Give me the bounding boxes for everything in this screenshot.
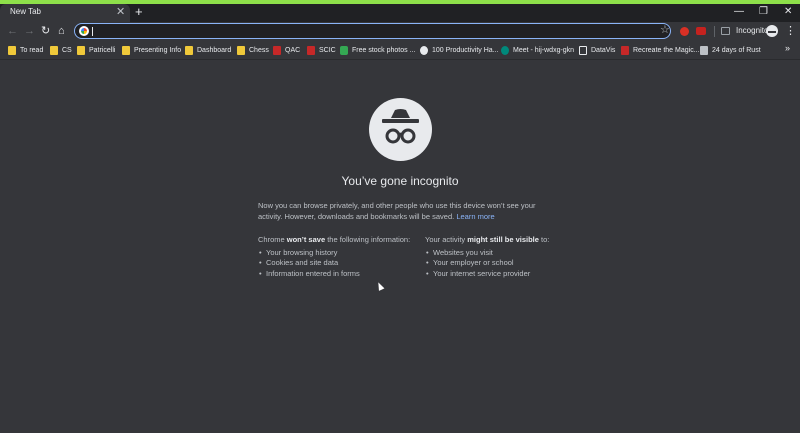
- bookmark-star-icon[interactable]: ☆: [660, 23, 670, 36]
- close-tab-icon[interactable]: ✕: [116, 5, 125, 19]
- bookmarks-bar: To read CS Patricelli Presenting Info Da…: [0, 41, 800, 60]
- tab-strip: New Tab ✕ + — ❐ ✕: [0, 4, 800, 22]
- google-icon: [79, 26, 89, 36]
- bookmark-label: To read: [20, 46, 44, 54]
- incognito-spy-icon: [369, 98, 432, 161]
- heading-prefix: Your activity: [425, 235, 468, 244]
- wesleyan-icon: [273, 45, 281, 55]
- bookmark-free-stock-photos[interactable]: Free stock photos ...: [340, 44, 415, 56]
- bookmark-label: Patricelli: [89, 46, 116, 54]
- still-visible-list: Websites you visit Your employer or scho…: [425, 248, 585, 280]
- incognito-page: You’ve gone incognito Now you can browse…: [0, 60, 800, 433]
- extension-badge-icon[interactable]: [696, 27, 706, 35]
- forward-button[interactable]: →: [24, 24, 35, 38]
- page-title: You’ve gone incognito: [341, 174, 459, 188]
- bookmark-dashboard[interactable]: Dashboard: [185, 44, 231, 56]
- list-item: Your internet service provider: [425, 269, 585, 280]
- heading-suffix: to:: [538, 235, 550, 244]
- bookmark-label: Recreate the Magic...: [633, 46, 700, 54]
- folder-icon: [8, 45, 16, 55]
- wont-save-heading: Chrome won’t save the following informat…: [258, 235, 418, 246]
- video-icon: [420, 45, 428, 55]
- bookmark-label: 100 Productivity Ha...: [432, 46, 499, 54]
- wont-save-section: Chrome won’t save the following informat…: [258, 235, 418, 279]
- list-item: Websites you visit: [425, 248, 585, 259]
- restore-icon[interactable]: ❐: [759, 5, 768, 19]
- heading-suffix: the following information:: [325, 235, 411, 244]
- bookmark-recreate-magic[interactable]: Recreate the Magic...: [621, 44, 700, 56]
- bookmark-productivity[interactable]: 100 Productivity Ha...: [420, 44, 499, 56]
- text-caret: [92, 27, 93, 36]
- heading-prefix: Chrome: [258, 235, 287, 244]
- meet-icon: [501, 45, 509, 55]
- intro-paragraph: Now you can browse privately, and other …: [258, 201, 538, 222]
- heading-bold: won’t save: [286, 235, 326, 244]
- list-item: Your employer or school: [425, 258, 585, 269]
- bookmark-label: SCIC: [319, 46, 336, 54]
- bookmark-presenting-info[interactable]: Presenting Info: [122, 44, 181, 56]
- bookmark-label: Free stock photos ...: [352, 46, 416, 54]
- bookmark-label: Dashboard: [197, 46, 232, 54]
- bookmark-label: DataVis: [591, 46, 616, 54]
- extension-red-icon[interactable]: [680, 27, 689, 36]
- minimize-icon[interactable]: —: [734, 5, 744, 19]
- heading-bold: might still be visible: [467, 235, 539, 244]
- tab-new-tab[interactable]: New Tab ✕: [0, 4, 130, 22]
- toolbar-divider: [714, 26, 715, 37]
- folder-icon: [50, 45, 58, 55]
- address-bar[interactable]: ☆: [74, 23, 671, 39]
- still-visible-heading: Your activity might still be visible to:: [425, 235, 585, 246]
- bookmarks-overflow-icon[interactable]: »: [785, 43, 790, 53]
- cast-icon[interactable]: [721, 27, 730, 35]
- toolbar: ← → ↻ ⌂ ☆ Incognito ⋮: [0, 22, 800, 41]
- bookmark-scic[interactable]: SCIC: [307, 44, 336, 56]
- tab-title: New Tab: [10, 7, 41, 16]
- folder-icon: [122, 45, 130, 55]
- incognito-label[interactable]: Incognito: [736, 26, 768, 35]
- bookmark-patricelli[interactable]: Patricelli: [77, 44, 115, 56]
- bookmark-to-read[interactable]: To read: [8, 44, 43, 56]
- bookmark-label: Meet - hij-wdxg-gkn: [513, 46, 575, 54]
- learn-more-link[interactable]: Learn more: [456, 212, 494, 221]
- list-item: Information entered in forms: [258, 269, 418, 280]
- folder-icon: [185, 45, 193, 55]
- list-item: Your browsing history: [258, 248, 418, 259]
- bookmark-label: Chess: [249, 46, 269, 54]
- book-icon: [700, 45, 708, 55]
- folder-icon: [77, 45, 85, 55]
- bookmark-meet[interactable]: Meet - hij-wdxg-gkn: [501, 44, 574, 56]
- close-window-icon[interactable]: ✕: [784, 5, 792, 19]
- home-button[interactable]: ⌂: [58, 24, 65, 38]
- incognito-avatar-icon[interactable]: [766, 25, 778, 37]
- menu-icon[interactable]: ⋮: [785, 24, 796, 38]
- page-icon: [579, 45, 587, 55]
- red-square-icon: [621, 45, 629, 55]
- list-item: Cookies and site data: [258, 258, 418, 269]
- bookmark-qac[interactable]: QAC: [273, 44, 300, 56]
- bookmark-datavis[interactable]: DataVis: [579, 44, 615, 56]
- bookmark-label: CS: [62, 46, 72, 54]
- folder-icon: [237, 45, 245, 55]
- pexels-icon: [340, 45, 348, 55]
- bookmark-cs[interactable]: CS: [50, 44, 72, 56]
- still-visible-section: Your activity might still be visible to:…: [425, 235, 585, 279]
- wesleyan-icon: [307, 45, 315, 55]
- bookmark-label: Presenting Info: [134, 46, 182, 54]
- reload-button[interactable]: ↻: [41, 24, 50, 38]
- wont-save-list: Your browsing history Cookies and site d…: [258, 248, 418, 280]
- mouse-cursor-icon: [375, 281, 385, 291]
- bookmark-chess[interactable]: Chess: [237, 44, 269, 56]
- bookmark-label: 24 days of Rust: [712, 46, 761, 54]
- bookmark-label: QAC: [285, 46, 301, 54]
- bookmark-24-days-rust[interactable]: 24 days of Rust: [700, 44, 761, 56]
- back-button[interactable]: ←: [7, 24, 18, 38]
- new-tab-button[interactable]: +: [135, 4, 143, 20]
